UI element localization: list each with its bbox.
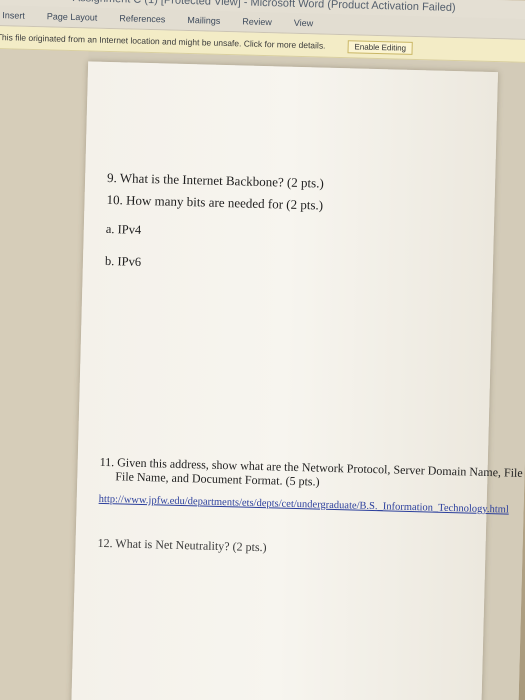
tab-mailings[interactable]: Mailings xyxy=(176,15,231,26)
word-window: Assignment C (1) [Protected View] - Micr… xyxy=(0,0,525,700)
tab-page-layout[interactable]: Page Layout xyxy=(36,11,109,23)
tab-insert[interactable]: Insert xyxy=(0,10,36,21)
photo-of-screen: Assignment C (1) [Protected View] - Micr… xyxy=(0,0,525,700)
question-9: 9. What is the Internet Backbone? (2 pts… xyxy=(106,169,325,191)
enable-editing-button[interactable]: Enable Editing xyxy=(347,39,414,55)
tab-review[interactable]: Review xyxy=(231,16,283,27)
tab-view[interactable]: View xyxy=(283,17,325,29)
question-12: 12. What is Net Neutrality? (2 pts.) xyxy=(97,535,267,555)
tab-references[interactable]: References xyxy=(108,13,176,25)
document-workspace: 9. What is the Internet Backbone? (2 pts… xyxy=(0,48,525,700)
protected-view-message[interactable]: This file originated from an Internet lo… xyxy=(0,32,326,51)
question-10: 10. How many bits are needed for (2 pts.… xyxy=(106,191,324,213)
question-10-a: a. IPv4 xyxy=(105,221,142,237)
document-page[interactable]: 9. What is the Internet Backbone? (2 pts… xyxy=(70,61,525,700)
question-11: 11. Given this address, show what are th… xyxy=(99,455,525,495)
question-10-b: b. IPv6 xyxy=(104,253,142,269)
question-11-link[interactable]: http://www.jpfw.edu/departments/ets/dept… xyxy=(99,494,509,516)
